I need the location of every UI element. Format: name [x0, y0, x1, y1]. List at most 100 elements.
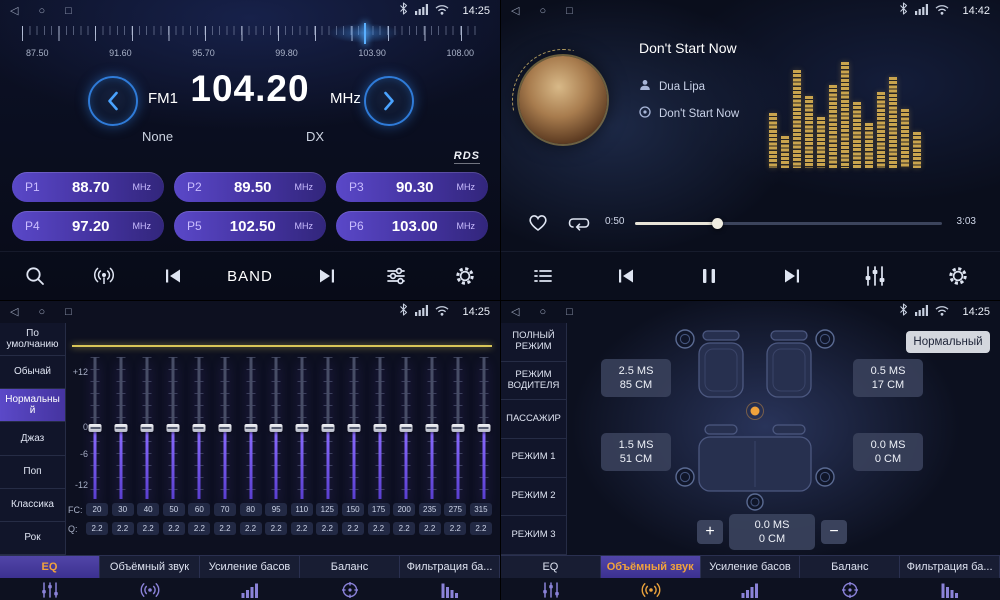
audio-tab[interactable]: EQ	[0, 556, 100, 578]
eq-slider-knob[interactable]	[477, 424, 490, 432]
eq-band-slider[interactable]	[165, 357, 181, 499]
eq-band-slider[interactable]	[424, 357, 440, 499]
audio-tab[interactable]: Фильтрация ба...	[900, 556, 1000, 578]
progress-bar[interactable]	[635, 222, 942, 225]
eq-slider-knob[interactable]	[451, 424, 464, 432]
repeat-icon[interactable]	[565, 211, 593, 235]
eq-tab-icon[interactable]	[0, 581, 100, 599]
eq-band-slider[interactable]	[217, 357, 233, 499]
listening-mode-item[interactable]: РЕЖИМ ВОДИТЕЛЯ	[501, 362, 566, 401]
eq-slider-knob[interactable]	[218, 424, 231, 432]
eq-slider-knob[interactable]	[322, 424, 335, 432]
audio-tab[interactable]: Объёмный звук	[601, 556, 701, 578]
balance-tab-icon[interactable]	[800, 581, 900, 599]
eq-band-slider[interactable]	[372, 357, 388, 499]
pause-button[interactable]	[686, 258, 732, 294]
audio-tab[interactable]: Объёмный звук	[100, 556, 200, 578]
eq-preset-item[interactable]: Поп	[0, 456, 65, 489]
rear-right-delay[interactable]: 0.0 MS 0 CM	[853, 433, 923, 471]
tune-down-button[interactable]	[88, 76, 138, 126]
eq-band-slider[interactable]	[294, 357, 310, 499]
audio-tab[interactable]: Усиление басов	[200, 556, 300, 578]
eq-band-slider[interactable]	[476, 357, 492, 499]
recents-icon[interactable]: □	[65, 301, 72, 323]
equalizer-button[interactable]	[373, 258, 419, 294]
tune-up-button[interactable]	[364, 76, 414, 126]
next-track-button[interactable]	[769, 258, 815, 294]
home-icon[interactable]: ○	[539, 301, 546, 323]
filter-tab-icon[interactable]	[400, 582, 500, 598]
eq-slider-knob[interactable]	[192, 424, 205, 432]
filter-tab-icon[interactable]	[900, 582, 1000, 598]
scan-button[interactable]	[12, 258, 58, 294]
listening-mode-item[interactable]: ПОЛНЫЙ РЕЖИМ	[501, 323, 566, 362]
listening-mode-item[interactable]: РЕЖИМ 2	[501, 478, 566, 517]
bass-boost-tab-icon[interactable]	[701, 582, 801, 598]
listening-mode-item[interactable]: РЕЖИМ 3	[501, 516, 566, 555]
rear-left-delay[interactable]: 1.5 MS 51 CM	[601, 433, 671, 471]
back-icon[interactable]: ◁	[10, 301, 18, 323]
front-right-delay[interactable]: 0.5 MS 17 CM	[853, 359, 923, 397]
eq-band-slider[interactable]	[346, 357, 362, 499]
audio-tab[interactable]: Баланс	[800, 556, 900, 578]
audio-tab[interactable]: Усиление басов	[701, 556, 801, 578]
settings-button[interactable]	[442, 258, 488, 294]
recents-icon[interactable]: □	[566, 301, 573, 323]
bass-boost-tab-icon[interactable]	[200, 582, 300, 598]
audio-tab[interactable]: Баланс	[300, 556, 400, 578]
settings-button[interactable]	[935, 258, 981, 294]
preset-button[interactable]: P3 90.30 MHz	[336, 172, 488, 202]
home-icon[interactable]: ○	[38, 301, 45, 323]
preset-button[interactable]: P1 88.70 MHz	[12, 172, 164, 202]
eq-slider-knob[interactable]	[400, 424, 413, 432]
audio-tab[interactable]: EQ	[501, 556, 601, 578]
eq-slider-knob[interactable]	[296, 424, 309, 432]
sound-profile-button[interactable]: Нормальный	[906, 331, 990, 353]
recents-icon[interactable]: □	[65, 0, 72, 22]
preset-button[interactable]: P6 103.00 MHz	[336, 211, 488, 241]
delay-increase-button[interactable]: +	[697, 520, 723, 544]
eq-slider-knob[interactable]	[89, 424, 102, 432]
eq-tab-icon[interactable]	[501, 581, 601, 599]
previous-track-button[interactable]	[603, 258, 649, 294]
eq-slider-knob[interactable]	[114, 424, 127, 432]
eq-slider-knob[interactable]	[166, 424, 179, 432]
broadcast-button[interactable]	[81, 258, 127, 294]
next-station-button[interactable]	[304, 258, 350, 294]
band-button[interactable]: BAND	[219, 258, 281, 294]
eq-band-slider[interactable]	[398, 357, 414, 499]
eq-preset-item[interactable]: Рок	[0, 522, 65, 555]
eq-band-slider[interactable]	[191, 357, 207, 499]
front-left-delay[interactable]: 2.5 MS 85 CM	[601, 359, 671, 397]
back-icon[interactable]: ◁	[511, 301, 519, 323]
eq-slider-knob[interactable]	[348, 424, 361, 432]
eq-preset-item[interactable]: По умолчанию	[0, 323, 65, 356]
frequency-ruler[interactable]: 87.5091.6095.7099.80103.90108.00	[22, 26, 478, 58]
eq-preset-item[interactable]: Нормальный	[0, 389, 65, 422]
back-icon[interactable]: ◁	[10, 0, 18, 22]
recents-icon[interactable]: □	[566, 0, 573, 22]
previous-station-button[interactable]	[150, 258, 196, 294]
eq-slider-knob[interactable]	[425, 424, 438, 432]
listening-mode-item[interactable]: РЕЖИМ 1	[501, 439, 566, 478]
audio-tab[interactable]: Фильтрация ба...	[400, 556, 500, 578]
eq-preset-item[interactable]: Классика	[0, 489, 65, 522]
eq-preset-item[interactable]: Джаз	[0, 422, 65, 455]
surround-tab-icon[interactable]	[100, 582, 200, 598]
preset-button[interactable]: P5 102.50 MHz	[174, 211, 326, 241]
eq-slider-knob[interactable]	[244, 424, 257, 432]
eq-band-slider[interactable]	[268, 357, 284, 499]
delay-decrease-button[interactable]: −	[821, 520, 847, 544]
back-icon[interactable]: ◁	[511, 0, 519, 22]
preset-button[interactable]: P4 97.20 MHz	[12, 211, 164, 241]
center-delay[interactable]: 0.0 MS 0 CM	[729, 514, 815, 550]
listening-mode-item[interactable]: ПАССАЖИР	[501, 400, 566, 439]
eq-band-slider[interactable]	[113, 357, 129, 499]
home-icon[interactable]: ○	[539, 0, 546, 22]
progress-knob[interactable]	[712, 218, 723, 229]
preset-button[interactable]: P2 89.50 MHz	[174, 172, 326, 202]
eq-slider-knob[interactable]	[270, 424, 283, 432]
equalizer-button[interactable]	[852, 258, 898, 294]
playlist-button[interactable]	[520, 258, 566, 294]
eq-band-slider[interactable]	[243, 357, 259, 499]
